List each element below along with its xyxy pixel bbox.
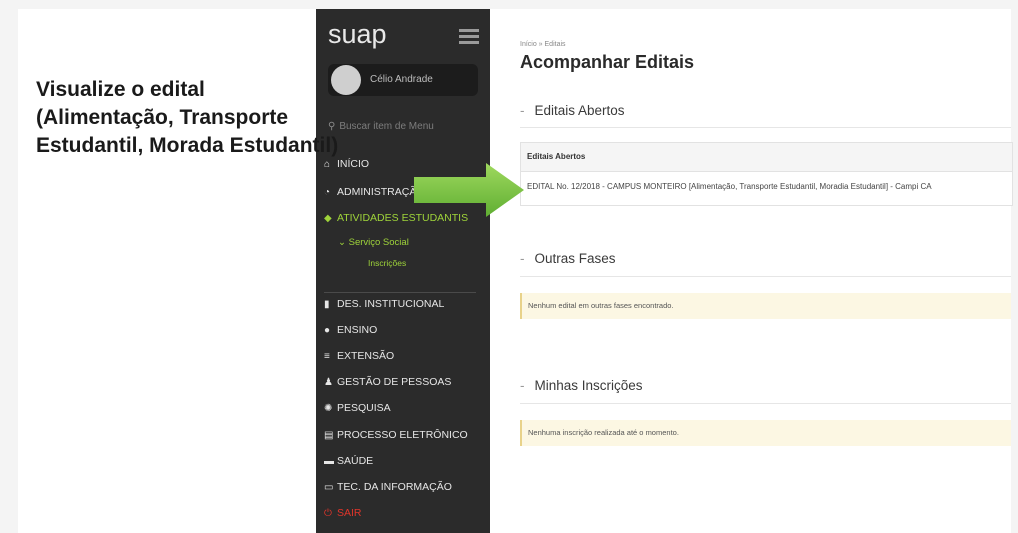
monitor-icon: ▭ [324,482,334,493]
breadcrumb[interactable]: Início » Editais [520,41,566,48]
sidebar-item-label: ENSINO [337,324,378,336]
sidebar-item-pesquisa[interactable]: ✺ PESQUISA [324,402,391,414]
home-icon: ⌂ [324,159,331,170]
sidebar-item-label: DES. INSTITUCIONAL [337,298,445,310]
sidebar-item-gestao-de-pessoas[interactable]: ♟ GESTÃO DE PESSOAS [324,376,451,388]
section-title-label: Editais Abertos [534,103,625,118]
hamburger-menu-icon[interactable] [459,29,479,44]
sidebar-item-sair[interactable]: ⏻ SAIR [324,507,362,519]
sidebar-item-tec-da-informacao[interactable]: ▭ TEC. DA INFORMAÇÃO [324,481,452,493]
section-divider [520,127,1011,128]
document-icon: ▤ [324,430,334,441]
page-title: Acompanhar Editais [520,52,695,72]
chevron-down-icon: ⌄ [338,237,349,248]
info-alert-mine: Nenhuma inscrição realizada até o moment… [520,420,1011,446]
collapse-toggle-icon[interactable]: - [520,378,525,393]
section-divider [520,276,1011,277]
caption-overlay: Visualize o edital (Alimentação, Transpo… [36,76,436,160]
section-title-open: - Editais Abertos [520,103,625,118]
collapse-toggle-icon[interactable]: - [520,251,525,266]
caption-line-2: (Alimentação, Transporte [36,106,289,129]
table-row[interactable]: EDITAL No. 12/2018 - CAMPUS MONTEIRO [Al… [521,172,1012,202]
caption-line-1: Visualize o edital [36,78,205,101]
gauge-icon: ◔ [324,187,331,198]
medkit-icon: ▬ [324,456,334,467]
power-icon: ⏻ [324,508,332,519]
sidebar-subitem-servico-social[interactable]: ⌄ Serviço Social [338,237,409,248]
check-circle-icon: ● [324,325,331,336]
table-header: Editais Abertos [521,143,1012,172]
sidebar-item-processo-eletronico[interactable]: ▤ PROCESSO ELETRÔNICO [324,429,468,441]
open-editais-table: Editais Abertos EDITAL No. 12/2018 - CAM… [520,142,1013,206]
suap-logo[interactable]: suap [328,19,387,50]
section-title-label: Minhas Inscrições [534,378,643,393]
sidebar-item-label: TEC. DA INFORMAÇÃO [337,481,452,493]
caption-line-3: Estudantil, Morada Estudantil) [36,134,339,157]
info-alert-other: Nenhum edital em outras fases encontrado… [520,293,1011,319]
sidebar-item-label: GESTÃO DE PESSOAS [337,376,452,388]
user-icon: ♟ [324,377,333,388]
sidebar-item-label: ADMINISTRAÇÃO [337,186,425,198]
green-arrow-icon [414,163,524,217]
bar-chart-icon: ▮ [324,299,330,310]
section-title-mine: - Minhas Inscrições [520,378,643,393]
sidebar-subitem-label: Serviço Social [348,237,409,248]
sidebar-item-ensino[interactable]: ● ENSINO [324,324,377,336]
atom-icon: ✺ [324,403,333,414]
graduation-cap-icon: ◆ [324,213,332,224]
sidebar-item-des-institucional[interactable]: ▮ DES. INSTITUCIONAL [324,298,444,310]
sidebar-item-label: PESQUISA [337,402,391,414]
sidebar-item-saude[interactable]: ▬ SAÚDE [324,455,373,467]
sidebar-subitem-inscricoes[interactable]: Inscrições [368,258,406,268]
sidebar-item-label: SAÚDE [337,455,374,467]
layers-icon: ≡ [324,351,330,362]
sidebar-item-extensao[interactable]: ≡ EXTENSÃO [324,350,394,362]
sidebar-item-label: EXTENSÃO [337,350,395,362]
main-content: Início » Editais Acompanhar Editais - Edi… [490,9,1013,533]
sidebar-item-label: SAIR [337,507,362,519]
sidebar-divider [324,292,476,293]
collapse-toggle-icon[interactable]: - [520,103,525,118]
sidebar-item-label: PROCESSO ELETRÔNICO [337,429,468,441]
section-title-other: - Outras Fases [520,251,616,266]
section-divider [520,403,1011,404]
section-title-label: Outras Fases [534,251,616,266]
sidebar-item-administracao[interactable]: ◔ ADMINISTRAÇÃO [324,186,425,198]
